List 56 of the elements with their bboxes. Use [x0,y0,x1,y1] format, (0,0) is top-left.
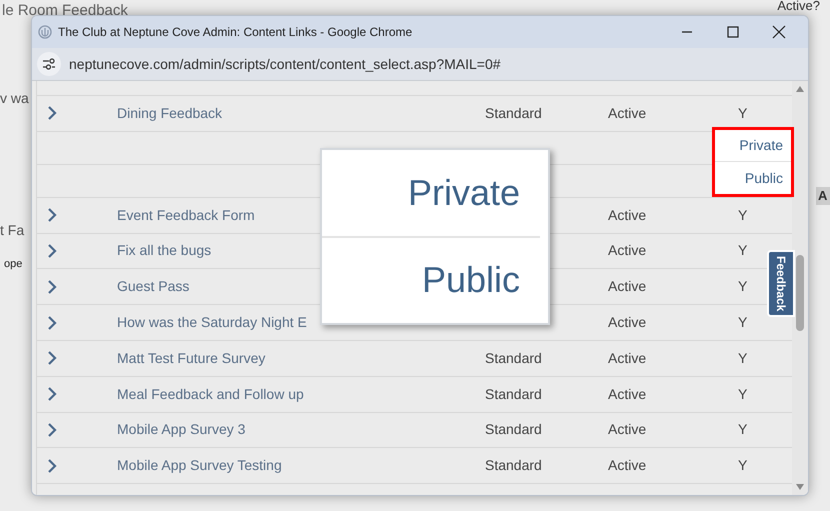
scrollbar-thumb[interactable] [796,255,804,331]
url-text[interactable]: neptunecove.com/admin/scripts/content/content_select.asp?MAIL=0# [69,54,501,74]
chevron-right-icon[interactable] [47,316,57,330]
chevron-right-icon[interactable] [47,387,57,402]
option-item[interactable]: Private [715,130,791,162]
page-text: ope [4,257,22,272]
page-heading: le Room Feedback [2,1,128,21]
active-value: Y [738,277,748,296]
scrollbar[interactable] [792,81,808,495]
scroll-down-icon[interactable] [796,484,804,490]
page-text: v wa [0,89,29,108]
chevron-right-icon[interactable] [47,208,57,222]
feedback-tab[interactable]: Feedback [767,250,795,317]
chevron-right-icon[interactable] [47,280,57,294]
content-status: Active [608,241,648,260]
content-status: Active [608,277,648,296]
active-value: Y [738,313,748,332]
active-value: Y [738,241,748,260]
active-value: Y [738,420,748,440]
content-name[interactable]: Dining Feedback [117,102,485,124]
zoom-option[interactable]: Private [322,150,540,238]
chevron-right-icon[interactable] [47,106,57,120]
chevron-right-icon[interactable] [47,422,57,437]
chevron-right-icon[interactable] [47,351,57,366]
content-status: Active [608,206,648,225]
content-status: Active [608,104,648,123]
content-status: Active [608,420,648,440]
active-value: Y [738,104,748,123]
page-button[interactable]: A [816,187,830,205]
active-value: Y [738,384,748,404]
content-type: Standard [485,386,542,402]
content-type: Standard [485,350,542,366]
content-type: Standard [485,457,542,474]
page-text: t Fa [0,221,24,240]
content-name[interactable]: Mobile App Survey 3 [117,419,485,440]
active-value: Y [738,348,748,368]
chevron-right-icon[interactable] [47,458,57,473]
content-status: Active [608,384,648,404]
chevron-right-icon[interactable] [47,244,57,258]
content-name[interactable]: Mobile App Survey Testing [117,455,485,476]
site-settings-icon[interactable] [37,52,61,76]
site-logo-icon [38,25,52,39]
active-value: Y [738,456,748,476]
column-header: Active? [777,0,820,14]
content-status: Active [608,456,648,476]
window-title: The Club at Neptune Cove Admin: Content Links - Google Chrome [58,24,414,41]
active-value: Y [738,206,748,225]
content-name[interactable]: Meal Feedback and Follow up [117,384,485,405]
scroll-up-icon[interactable] [796,86,804,92]
content-status: Active [608,313,648,332]
zoom-option[interactable]: Public [322,238,540,323]
content-type: Standard [485,104,542,121]
content-type: Standard [485,421,542,438]
content-status: Active [608,348,648,368]
option-item[interactable]: Public [715,162,791,194]
content-name[interactable]: Matt Test Future Survey [117,348,485,369]
